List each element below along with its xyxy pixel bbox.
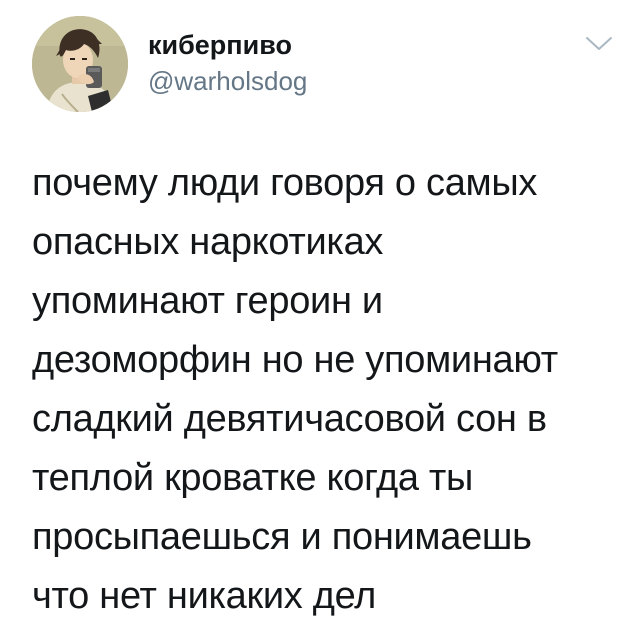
tweet-text-line: теплой кроватке когда ты bbox=[32, 457, 474, 499]
author-handle[interactable]: @warholsdog bbox=[148, 64, 307, 98]
tweet-text-line: что нет никаких дел bbox=[32, 575, 377, 617]
chevron-down-icon bbox=[586, 37, 612, 50]
tweet-text-line: сладкий девятичасовой сон в bbox=[32, 398, 547, 440]
tweet-menu-button[interactable] bbox=[584, 34, 614, 54]
tweet-card: киберпиво @warholsdog почему люди говоря… bbox=[0, 0, 640, 635]
tweet-text-line: дезоморфин но не упоминают bbox=[32, 339, 558, 381]
tweet-text-line: упоминают героин и bbox=[32, 280, 383, 322]
tweet-text-line: почему люди говоря о самых bbox=[32, 162, 538, 204]
avatar-illustration-icon bbox=[32, 16, 128, 112]
author-display-name[interactable]: киберпиво bbox=[148, 28, 292, 62]
tweet-text-line: опасных наркотиках bbox=[32, 221, 384, 263]
tweet-text-line: просыпаешься и понимаешь bbox=[32, 516, 532, 558]
avatar[interactable] bbox=[32, 16, 128, 112]
tweet-text: почему люди говоря о самых опасных нарко… bbox=[32, 154, 628, 626]
